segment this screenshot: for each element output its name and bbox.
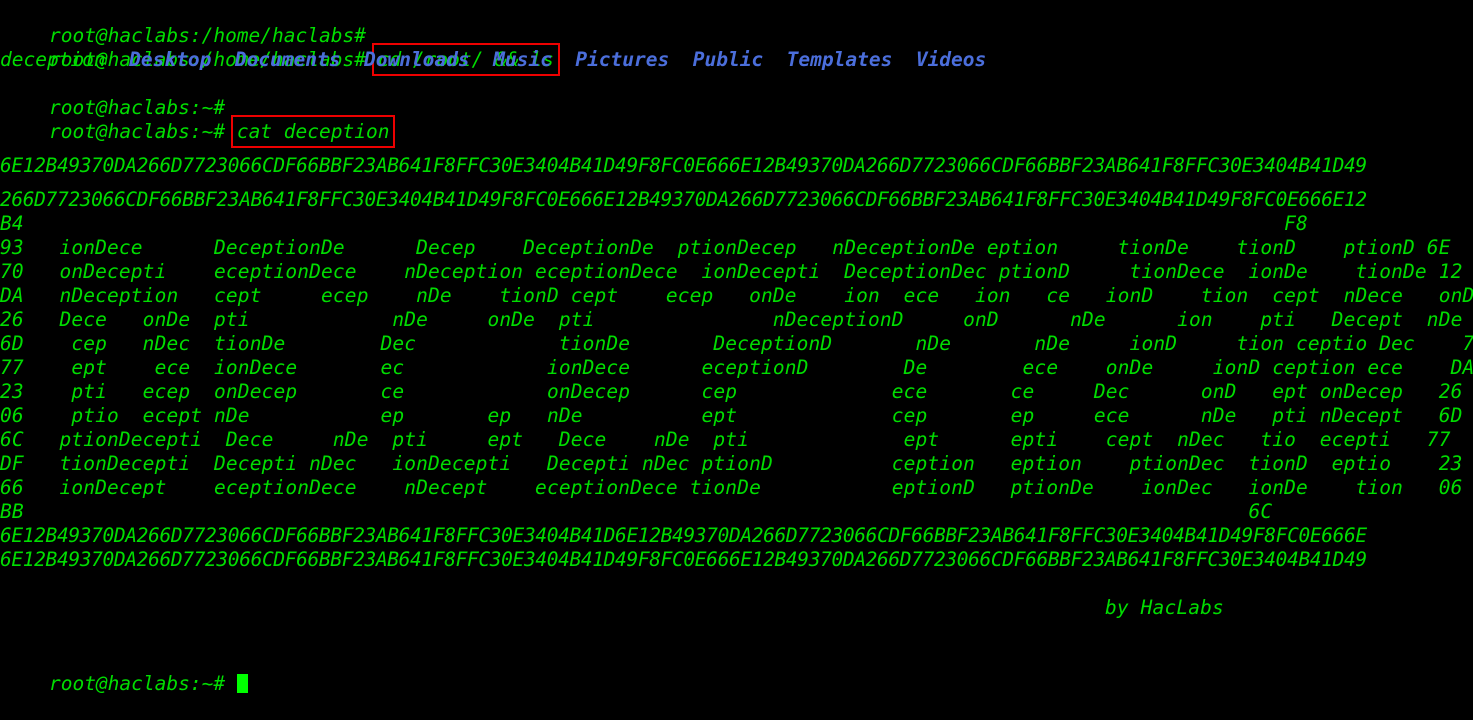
hex-footer-line-1: 6E12B49370DA266D7723066CDF66BBF23AB641F8… <box>0 524 1367 547</box>
hex-header-line-2: 266D7723066CDF66BBF23AB641F8FFC30E3404B4… <box>0 188 1367 211</box>
ls-entry-deception: deception <box>0 48 106 71</box>
ascii-art-line: 93 ionDece DeceptionDe Decep DeceptionDe… <box>0 236 1451 259</box>
ls-entry-pictures: Pictures <box>575 48 670 71</box>
ls-entry-documents: Documents <box>234 48 341 71</box>
terminal-line-prompt-final[interactable]: root@haclabs:~# <box>0 648 1473 695</box>
ascii-art-line: DA nDeception cept ecep nDe tionD cept e… <box>0 284 1473 307</box>
terminal-line-command-2: root@haclabs:~# cat deception <box>0 96 1473 148</box>
ascii-art-line: 66 ionDecept eceptionDece nDecept ecepti… <box>0 476 1463 499</box>
ls-entry-templates: Templates <box>786 48 893 71</box>
hex-footer-line-2: 6E12B49370DA266D7723066CDF66BBF23AB641F8… <box>0 548 1367 571</box>
ascii-art-line: DF tionDecepti Decepti nDec ionDecepti D… <box>0 452 1463 475</box>
terminal-line-ls-output: deception Desktop Documents Downloads Mu… <box>0 48 1473 72</box>
shell-prompt: root@haclabs:~# <box>48 120 226 143</box>
terminal-window[interactable]: root@haclabs:/home/haclabs# root@haclabs… <box>0 0 1473 695</box>
ascii-art-line: 6C ptionDecepti Dece nDe pti ept Dece nD… <box>0 428 1451 451</box>
ls-entry-downloads: Downloads <box>363 48 470 71</box>
text-cursor[interactable] <box>236 674 248 693</box>
ascii-art-line: 23 pti ecep onDecep ce onDecep cep ece c… <box>0 380 1463 403</box>
ascii-art-line: 06 ptio ecept nDe ep ep nDe ept cep ep e… <box>0 404 1463 427</box>
ls-entry-videos: Videos <box>915 48 987 71</box>
terminal-line-prompt-2: root@haclabs:~# <box>0 72 1473 119</box>
ls-entry-desktop: Desktop <box>129 48 212 71</box>
ascii-art-line: 26 Dece onDe pti nDe onDe pti nDeception… <box>0 308 1473 331</box>
ascii-art-line: B4 F8 <box>0 212 1308 235</box>
ascii-art-line: 77 ept ece ionDece ec ionDece eceptionD … <box>0 356 1473 379</box>
shell-prompt: root@haclabs:~# <box>48 672 226 695</box>
ls-entry-music: Music <box>493 48 552 71</box>
ls-entry-public: Public <box>692 48 764 71</box>
terminal-line-prompt-1: root@haclabs:/home/haclabs# <box>0 0 1473 47</box>
terminal-line-command-1: root@haclabs:/home/haclabs# cd /root/ &&… <box>0 24 1473 76</box>
hex-header-line-1: 6E12B49370DA266D7723066CDF66BBF23AB641F8… <box>0 154 1367 177</box>
command-text-cat-deception: cat deception <box>236 120 390 143</box>
ascii-art-line: 70 onDecepti eceptionDece nDeception ece… <box>0 260 1463 283</box>
signature-line: by HacLabs <box>1105 596 1224 619</box>
ascii-art-line: 6D cep nDec tionDe Dec tionDe DeceptionD… <box>0 332 1473 355</box>
annotation-box-command-2: cat deception <box>230 115 396 148</box>
ascii-art-line: BB 6C <box>0 500 1273 523</box>
